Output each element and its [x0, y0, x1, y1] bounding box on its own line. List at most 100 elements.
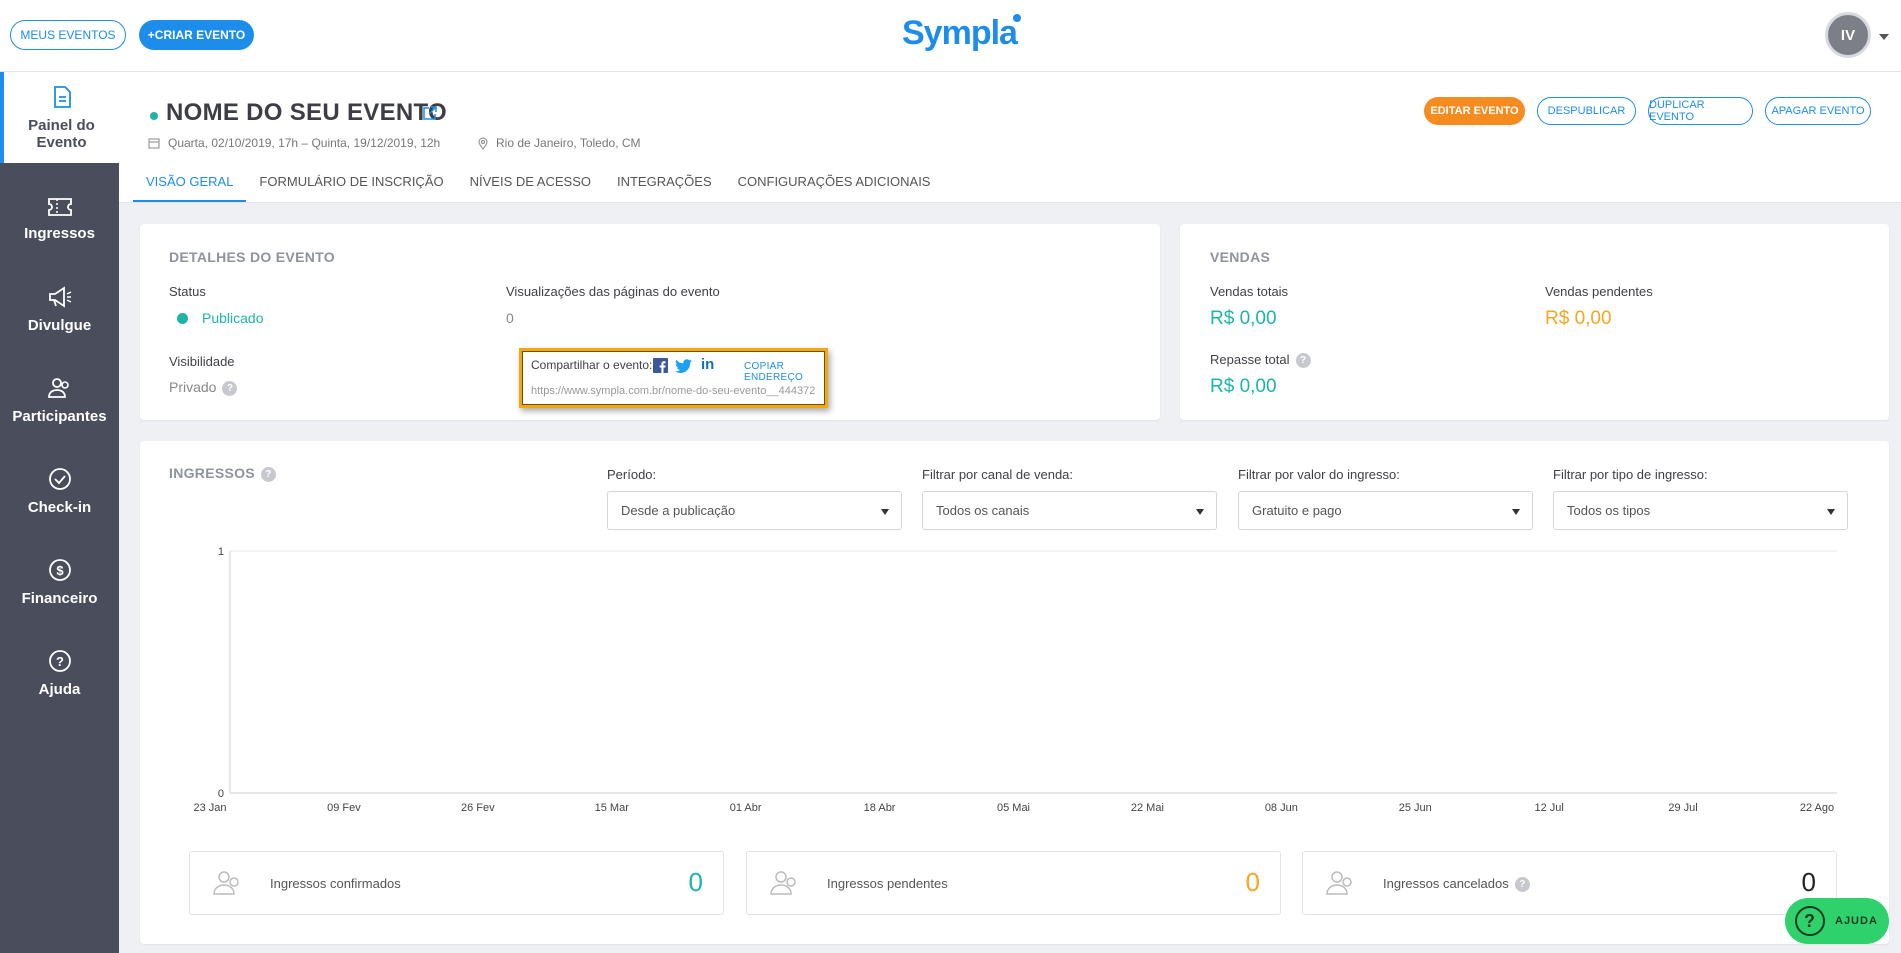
question-icon: ? [1795, 906, 1825, 936]
check-circle-icon [48, 467, 71, 490]
y-tick-label: 0 [218, 788, 224, 800]
share-event-box: Compartilhar o evento: in COPIAR ENDEREÇ… [519, 348, 828, 408]
sidebar-item-event-panel[interactable]: Painel do Evento [0, 72, 119, 163]
calendar-icon [148, 138, 160, 149]
top-bar: MEUS EVENTOS +CRIAR EVENTO Sympla IV [0, 0, 1901, 72]
chevron-down-icon [1196, 509, 1204, 515]
dollar-icon: $ [48, 558, 71, 581]
sidebar-item-checkin[interactable]: Check-in [0, 454, 119, 528]
x-tick-label: 18 Abr [864, 802, 896, 814]
x-tick-label: 26 Fev [461, 802, 495, 814]
status-label: Status [169, 284, 206, 299]
sales-card: VENDAS Vendas totais R$ 0,00 Vendas pend… [1180, 224, 1889, 420]
sidebar-item-participants[interactable]: Participantes [0, 363, 119, 437]
x-tick-label: 22 Ago [1800, 802, 1834, 814]
tab-integrations[interactable]: INTEGRAÇÕES [604, 168, 725, 202]
period-filter-label: Período: [607, 467, 657, 482]
pending-tickets-label: Ingressos pendentes [827, 876, 948, 891]
sidebar-item-promote[interactable]: Divulgue [0, 272, 119, 346]
type-filter-label: Filtrar por tipo de ingresso: [1553, 467, 1708, 482]
chevron-down-icon [1827, 509, 1835, 515]
create-event-button[interactable]: +CRIAR EVENTO [139, 20, 254, 50]
sidebar-item-label: Painel do Evento [28, 116, 95, 151]
facebook-icon[interactable] [653, 358, 668, 373]
ticket-icon [47, 197, 72, 216]
confirmed-tickets-value: 0 [688, 867, 703, 897]
location-pin-icon [478, 137, 488, 150]
type-select[interactable]: Todos os tipos [1553, 491, 1848, 530]
x-tick-label: 22 Mai [1131, 802, 1164, 814]
period-select[interactable]: Desde a publicação [607, 491, 902, 530]
external-link-icon[interactable] [422, 105, 438, 121]
tab-additional-settings[interactable]: CONFIGURAÇÕES ADICIONAIS [725, 168, 944, 202]
tickets-help-icon[interactable]: ? [260, 466, 276, 482]
unpublish-button[interactable]: DESPUBLICAR [1537, 97, 1636, 125]
duplicate-event-button[interactable]: DUPLICAR EVENTO [1648, 97, 1753, 125]
channel-select[interactable]: Todos os canais [922, 491, 1217, 530]
visibility-value: Privado? [169, 379, 238, 396]
visibility-help-icon[interactable]: ? [222, 380, 238, 396]
x-tick-label: 08 Jun [1265, 802, 1298, 814]
help-chat-button[interactable]: ? AJUDA [1785, 898, 1889, 944]
tab-registration-form[interactable]: FORMULÁRIO DE INSCRIÇÃO [246, 168, 456, 202]
chevron-down-icon [1512, 509, 1520, 515]
sympla-logo[interactable]: Sympla [902, 14, 1025, 53]
sidebar-item-tickets[interactable]: Ingressos [0, 181, 119, 255]
status-value: Publicado [202, 310, 264, 326]
edit-event-button[interactable]: EDITAR EVENTO [1424, 97, 1525, 125]
price-filter-label: Filtrar por valor do ingresso: [1238, 467, 1400, 482]
twitter-icon[interactable] [675, 359, 692, 373]
sidebar-item-finance[interactable]: $ Financeiro [0, 545, 119, 619]
share-label: Compartilhar o evento: [531, 358, 653, 372]
pending-sales-value: R$ 0,00 [1545, 308, 1612, 329]
tickets-title: INGRESSOS? [169, 465, 276, 482]
svg-text:?: ? [56, 654, 64, 669]
visibility-label: Visibilidade [169, 354, 235, 369]
tickets-chart: 0 1 23 Jan 09 Fev 26 Fev 15 Mar 01 Abr 18 Abr 05… [193, 546, 1837, 814]
share-url[interactable]: https://www.sympla.com.br/nome-do-seu-ev… [531, 385, 815, 397]
cancelled-tickets-stat: Ingressos cancelados? 0 [1302, 851, 1837, 915]
user-avatar[interactable]: IV [1825, 12, 1871, 58]
event-header: NOME DO SEU EVENTO Quarta, 02/10/2019, 1… [119, 72, 1901, 203]
sales-title: VENDAS [1210, 249, 1271, 265]
event-details-card: DETALHES DO EVENTO Status Publicado Visu… [140, 224, 1160, 420]
document-icon [53, 85, 71, 108]
tab-overview[interactable]: VISÃO GERAL [133, 168, 247, 202]
linkedin-icon[interactable]: in [701, 356, 714, 373]
copy-link-button[interactable]: COPIAR ENDEREÇO [744, 361, 825, 383]
x-tick-label: 09 Fev [327, 802, 361, 814]
sidebar: Painel do Evento Ingressos Divulgue Part… [0, 72, 119, 953]
cancelled-help-icon[interactable]: ? [1514, 877, 1530, 893]
megaphone-icon [48, 285, 71, 308]
event-location: Rio de Janeiro, Toledo, CM [478, 136, 641, 150]
people-icon [47, 377, 69, 398]
payout-value: R$ 0,00 [1210, 376, 1277, 397]
cancelled-tickets-value: 0 [1801, 867, 1816, 897]
people-icon [770, 871, 796, 895]
help-button-label: AJUDA [1835, 915, 1878, 927]
y-tick-label: 1 [218, 546, 224, 558]
pending-sales-label: Vendas pendentes [1545, 284, 1653, 299]
sidebar-item-label: Participantes [12, 407, 107, 425]
event-title: NOME DO SEU EVENTO [166, 99, 448, 126]
sidebar-item-label: Financeiro [21, 589, 98, 607]
sidebar-item-help[interactable]: ? Ajuda [0, 636, 119, 710]
sidebar-item-label: Divulgue [27, 316, 92, 334]
channel-filter-label: Filtrar por canal de venda: [922, 467, 1074, 482]
confirmed-tickets-stat: Ingressos confirmados 0 [189, 851, 724, 915]
price-select[interactable]: Gratuito e pago [1238, 491, 1533, 530]
people-icon [1326, 871, 1352, 895]
details-title: DETALHES DO EVENTO [169, 249, 335, 265]
sidebar-item-label: Ingressos [24, 224, 95, 242]
cancelled-tickets-label: Ingressos cancelados? [1383, 876, 1530, 893]
event-tabs: VISÃO GERAL FORMULÁRIO DE INSCRIÇÃO NÍVE… [133, 168, 943, 202]
event-dates: Quarta, 02/10/2019, 17h – Quinta, 19/12/… [148, 136, 440, 150]
pending-tickets-stat: Ingressos pendentes 0 [746, 851, 1281, 915]
user-menu-chevron-icon[interactable] [1879, 34, 1889, 40]
payout-help-icon[interactable]: ? [1295, 353, 1311, 369]
total-sales-label: Vendas totais [1210, 284, 1289, 299]
confirmed-tickets-label: Ingressos confirmados [270, 876, 401, 891]
my-events-button[interactable]: MEUS EVENTOS [10, 20, 126, 50]
tab-access-levels[interactable]: NÍVEIS DE ACESSO [457, 168, 604, 202]
delete-event-button[interactable]: APAGAR EVENTO [1765, 97, 1871, 125]
